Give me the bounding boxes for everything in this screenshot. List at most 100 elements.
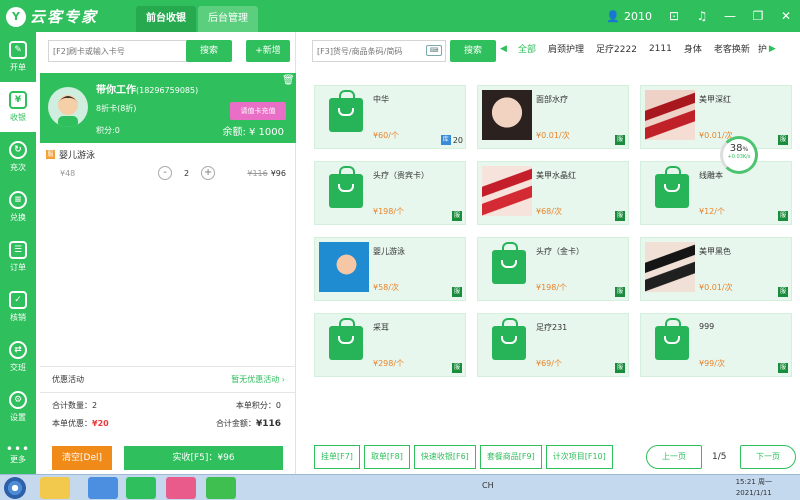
- goods-card[interactable]: 足疗231 ¥69/个 服: [477, 313, 629, 377]
- nav-item-open-order[interactable]: ✎ 开单: [0, 32, 36, 82]
- keyboard-icon[interactable]: ⌨: [426, 45, 442, 56]
- count-items-button[interactable]: 计次项目[F10]: [545, 445, 613, 469]
- category-all[interactable]: 全部: [512, 42, 542, 55]
- nav-item-shift[interactable]: ⇄ 交班: [0, 332, 36, 382]
- nav-item-verify[interactable]: ✓ 核销: [0, 282, 36, 332]
- card-search-input[interactable]: [49, 41, 189, 61]
- chevron-left-icon[interactable]: ◀: [500, 44, 512, 54]
- side-nav: ✎ 开单 ¥ 收银 ↻ 充次 ≡ 兑换 ☰ 订单 ✓ 核销 ⇄ 交班 ⚙ 设置: [0, 32, 36, 474]
- decrement-button[interactable]: -: [158, 166, 172, 180]
- tab-front-cashier[interactable]: 前台收银: [136, 6, 196, 32]
- goods-name: 999: [699, 322, 715, 331]
- minimize-icon[interactable]: —: [716, 9, 744, 23]
- goods-card[interactable]: 999 ¥99/次 服: [640, 313, 792, 377]
- quick-cashier-button[interactable]: 快速收银[F6]: [413, 445, 476, 469]
- gauge-percent: 38%: [723, 143, 755, 154]
- goods-card[interactable]: 面部水疗 ¥0.01/次 服: [477, 85, 629, 149]
- nav-item-cashier[interactable]: ¥ 收银: [0, 82, 36, 132]
- promo-link[interactable]: 暂无优惠活动 ›: [231, 374, 285, 385]
- gauge-speed: +0.03K/s: [727, 154, 751, 160]
- nav-item-more[interactable]: ••• 更多: [0, 434, 36, 474]
- goods-search-box: ⌨: [312, 40, 446, 62]
- goods-price: ¥198/个: [536, 283, 568, 292]
- lock-icon[interactable]: ⊡: [660, 9, 688, 23]
- goods-card[interactable]: 美甲黑色 ¥0.01/次 服: [640, 237, 792, 301]
- chat-app-icon[interactable]: [166, 477, 196, 499]
- close-icon[interactable]: ✕: [772, 9, 800, 23]
- card-search-button[interactable]: 搜索: [186, 40, 232, 62]
- taskbar-clock[interactable]: 15:21 周一 2021/1/11: [736, 477, 772, 499]
- package-goods-button[interactable]: 套餐商品[F9]: [479, 445, 542, 469]
- prev-page-button[interactable]: 上一页: [646, 445, 702, 469]
- cart-item-final-total: ¥96: [270, 169, 286, 178]
- nav-item-exchange[interactable]: ≡ 兑换: [0, 182, 36, 232]
- recharge-button[interactable]: 请值卡充值: [230, 102, 286, 120]
- cart-item-original-total: ¥116: [247, 169, 268, 178]
- category-tab[interactable]: 肩颈护理: [542, 42, 590, 55]
- goods-image: [319, 166, 369, 216]
- service-tag: 服: [615, 363, 625, 373]
- increment-button[interactable]: +: [201, 166, 216, 180]
- app-window: Y 云客专家 前台收银 后台管理 👤 2010 ⊡ ♫ — ❐ ✕ ✎ 开单 ¥…: [0, 0, 800, 500]
- nav-item-orders[interactable]: ☰ 订单: [0, 232, 36, 282]
- bell-icon[interactable]: ♫: [688, 9, 716, 23]
- goods-card[interactable]: 美甲深红 ¥0.01/次 服: [640, 85, 792, 149]
- clear-button[interactable]: 清空[Del]: [52, 446, 112, 470]
- goods-image: [482, 318, 532, 368]
- category-tab[interactable]: 护: [756, 42, 769, 55]
- goods-card[interactable]: 美甲水晶红 ¥68/次 服: [477, 161, 629, 225]
- user-menu[interactable]: 👤 2010: [606, 10, 652, 23]
- app-logo: Y 云客专家: [6, 6, 98, 27]
- goods-name: 足疗231: [536, 323, 568, 332]
- app-folder-icon[interactable]: [40, 477, 70, 499]
- retrieve-order-button[interactable]: 取单[F8]: [363, 445, 410, 469]
- restore-icon[interactable]: ❐: [744, 9, 772, 23]
- cashier-app-icon[interactable]: [126, 477, 156, 499]
- cashier-icon: ¥: [9, 91, 27, 109]
- pay-button[interactable]: 实收[F5]：¥96: [124, 446, 283, 470]
- divider: [40, 366, 296, 367]
- cart-item-row: ¥48 - 2 + ¥116 ¥96: [60, 166, 286, 184]
- goods-card[interactable]: 婴儿游泳 ¥58/次 服: [314, 237, 466, 301]
- quantity-value[interactable]: 2: [184, 169, 189, 178]
- action-toolbar: 挂单[F7] 取单[F8] 快速收银[F6] 套餐商品[F9] 计次项目[F10…: [314, 445, 613, 469]
- next-page-button[interactable]: 下一页: [740, 445, 796, 469]
- nav-item-settings[interactable]: ⚙ 设置: [0, 382, 36, 432]
- avatar-icon: [58, 95, 78, 127]
- tab-back-office[interactable]: 后台管理: [198, 6, 258, 32]
- goods-price: ¥12/个: [699, 207, 725, 216]
- goods-card[interactable]: 头疗（金卡） ¥198/个 服: [477, 237, 629, 301]
- system-tray[interactable]: CH: [482, 481, 494, 490]
- category-tab[interactable]: 2111: [643, 44, 678, 54]
- cart-item-title: 服 婴儿游泳: [46, 148, 95, 161]
- goods-card[interactable]: 头疗（贵宾卡） ¥198/个 服: [314, 161, 466, 225]
- add-member-button[interactable]: +新增: [246, 40, 290, 62]
- category-tab[interactable]: 老客换新: [708, 42, 756, 55]
- trash-icon[interactable]: 🗑: [282, 75, 295, 87]
- chevron-right-icon: ›: [281, 375, 285, 384]
- clock-time: 15:21 周一: [735, 478, 772, 486]
- goods-search-input[interactable]: [313, 41, 421, 61]
- nav-label: 更多: [10, 454, 26, 464]
- nav-label: 收银: [10, 113, 26, 122]
- quantity-stepper: - 2 +: [158, 166, 216, 180]
- goods-card[interactable]: 中华 ¥60/个 库 20: [314, 85, 466, 149]
- goods-name: 头疗（贵宾卡）: [373, 171, 429, 180]
- category-tab[interactable]: 足疗2222: [590, 42, 643, 55]
- goods-card[interactable]: 线雕本 ¥12/个 服: [640, 161, 792, 225]
- category-tab[interactable]: 身体: [678, 42, 708, 55]
- goods-image: [482, 166, 532, 216]
- goods-stock: 库 20: [440, 135, 463, 145]
- nav-item-recharge[interactable]: ↻ 充次: [0, 132, 36, 182]
- service-tag: 服: [615, 135, 625, 145]
- wechat-icon[interactable]: [206, 477, 236, 499]
- user-icon: 👤: [606, 9, 620, 23]
- goods-search-button[interactable]: 搜索: [450, 40, 496, 62]
- title-bar: Y 云客专家 前台收银 后台管理 👤 2010 ⊡ ♫ — ❐ ✕: [0, 0, 800, 32]
- member-name-text: 带你工作: [96, 85, 136, 96]
- chevron-right-icon[interactable]: ▶: [769, 44, 781, 54]
- start-button-icon[interactable]: [4, 477, 26, 499]
- goods-card[interactable]: 采耳 ¥298/个 服: [314, 313, 466, 377]
- hold-order-button[interactable]: 挂单[F7]: [314, 445, 360, 469]
- browser-icon[interactable]: [88, 477, 118, 499]
